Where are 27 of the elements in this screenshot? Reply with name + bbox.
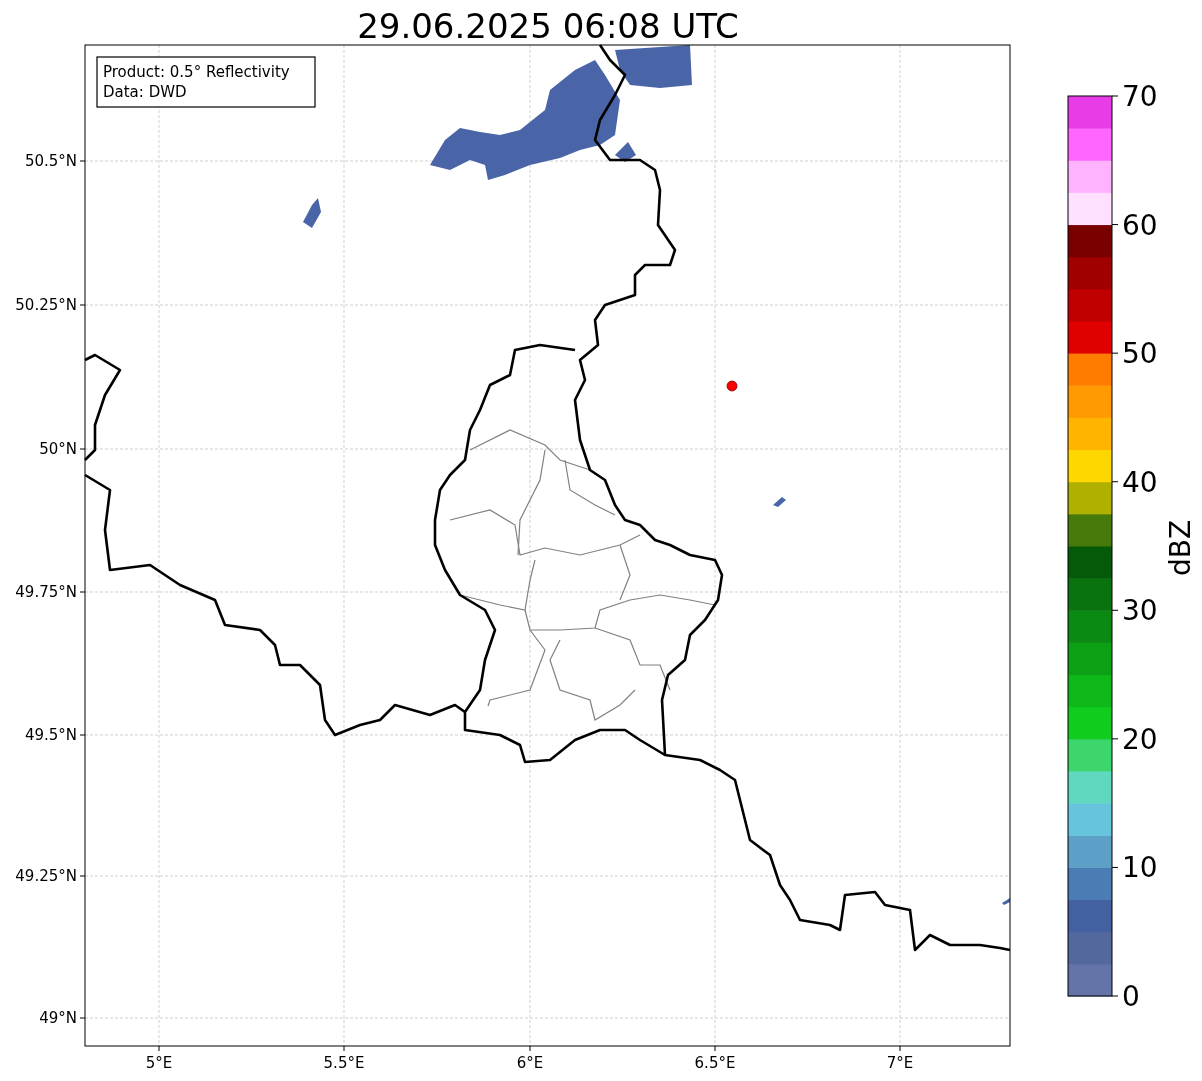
longitude-label: 5°E (145, 1054, 173, 1072)
colorbar-tick-label: 20 (1122, 722, 1158, 756)
colorbar-tick-label: 40 (1122, 465, 1158, 499)
radar-echo (1002, 898, 1010, 905)
latitude-label: 49.75°N (15, 583, 77, 601)
info-text: Data: DWD (103, 83, 187, 101)
colorbar-tick-label: 10 (1122, 851, 1158, 885)
latitude-label: 49.25°N (15, 867, 77, 885)
longitude-label: 6°E (516, 1054, 544, 1072)
longitude-label: 7°E (886, 1054, 914, 1072)
info-text: Product: 0.5° Reflectivity (103, 63, 290, 81)
colorbar-tick-label: 0 (1122, 980, 1140, 1013)
latitude-label: 49°N (39, 1009, 77, 1027)
colorbar-tick-label: 70 (1122, 80, 1158, 113)
radar-echo (773, 497, 786, 507)
colorbar-tick-label: 30 (1122, 594, 1158, 628)
longitude-label: 5.5°E (323, 1054, 365, 1072)
latitude-label: 50.5°N (24, 152, 77, 170)
colorbar-label: dBZ (1164, 519, 1197, 577)
latitude-label: 49.5°N (24, 726, 77, 744)
colorbar-tick-label: 60 (1122, 208, 1158, 242)
latitude-label: 50.25°N (15, 296, 77, 314)
longitude-label: 6.5°E (694, 1054, 736, 1072)
radar-echo (303, 198, 321, 228)
latitude-label: 50°N (39, 440, 77, 458)
colorbar-tick-label: 50 (1122, 337, 1158, 371)
chart-title: 29.06.2025 06:08 UTC (357, 6, 739, 46)
